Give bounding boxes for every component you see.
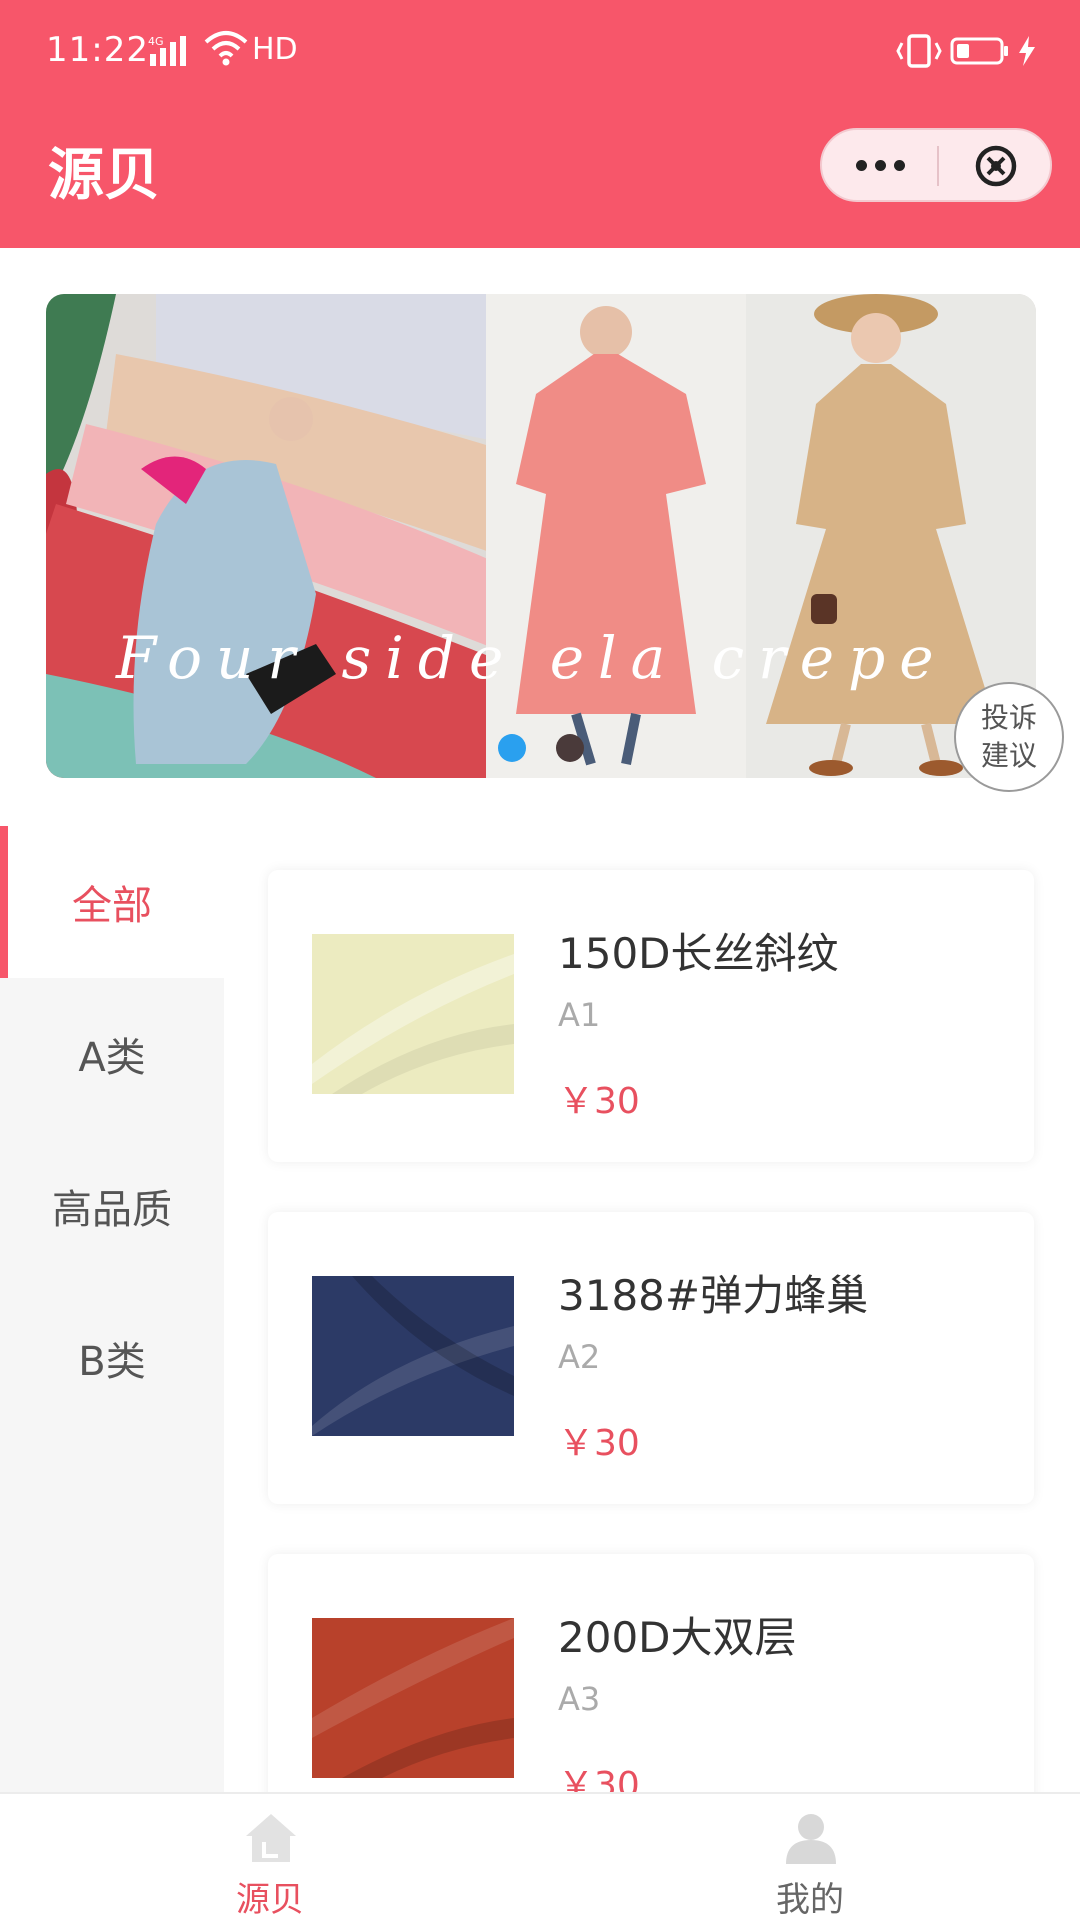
category-all[interactable]: 全部	[0, 826, 224, 978]
carousel-dot-active[interactable]	[498, 734, 526, 762]
network-type: 4G	[148, 35, 164, 48]
status-time: 11:22	[46, 30, 149, 70]
battery-icon	[950, 37, 1008, 65]
hd-indicator: HD	[252, 32, 298, 67]
tab-label: 我的	[776, 1880, 844, 1920]
tab-label: 源贝	[236, 1880, 304, 1920]
product-image	[312, 1276, 514, 1436]
product-name: 200D大双层	[558, 1613, 797, 1662]
category-a[interactable]: A类	[0, 978, 224, 1130]
product-image	[312, 1618, 514, 1778]
product-name: 3188#弹力蜂巢	[558, 1271, 869, 1320]
banner-image	[46, 294, 1036, 778]
charging-icon	[1019, 36, 1035, 66]
banner-carousel[interactable]: Four side ela crepe	[46, 294, 1036, 778]
more-button[interactable]	[822, 130, 938, 200]
product-price: ￥30	[558, 1081, 640, 1122]
banner-caption: Four side ela crepe	[116, 624, 948, 692]
user-icon	[786, 1814, 836, 1864]
feedback-label-line2: 建议	[980, 739, 1037, 772]
more-dot-icon	[874, 159, 886, 171]
signal-icon: 4G	[148, 35, 186, 66]
feedback-button[interactable]: 投诉 建议	[954, 682, 1064, 792]
bottom-tab-bar: 源贝 我的	[0, 1792, 1080, 1920]
product-name: 150D长丝斜纹	[558, 929, 839, 978]
carousel-indicator	[498, 734, 584, 762]
product-code: A3	[558, 1680, 601, 1718]
more-dot-icon	[893, 159, 905, 171]
category-label: A类	[78, 1035, 146, 1081]
page-title: 源贝	[48, 143, 160, 208]
product-code: A2	[558, 1338, 601, 1376]
category-b[interactable]: B类	[0, 1282, 224, 1434]
category-label: B类	[78, 1339, 146, 1385]
product-price: ￥30	[558, 1423, 640, 1464]
mini-program-capsule	[820, 128, 1052, 202]
product-image	[312, 934, 514, 1094]
vibrate-icon	[896, 34, 942, 68]
category-label: 全部	[72, 883, 152, 929]
status-bar: 11:22 4G HD	[0, 0, 1080, 104]
more-dot-icon	[855, 159, 867, 171]
category-sidebar: 全部 A类 高品质 B类	[0, 826, 224, 1792]
product-card[interactable]: 150D长丝斜纹 A1 ￥30	[268, 870, 1034, 1162]
tab-home[interactable]: 源贝	[170, 1794, 370, 1922]
product-card[interactable]: 3188#弹力蜂巢 A2 ￥30	[268, 1212, 1034, 1504]
home-icon	[246, 1814, 296, 1862]
tab-profile[interactable]: 我的	[710, 1794, 910, 1922]
top-bar: 11:22 4G HD 源贝	[0, 0, 1080, 248]
category-label: 高品质	[52, 1187, 172, 1233]
feedback-label-line1: 投诉	[980, 701, 1037, 734]
wifi-icon	[204, 31, 248, 66]
category-high-quality[interactable]: 高品质	[0, 1130, 224, 1282]
capsule-divider	[937, 146, 939, 186]
product-code: A1	[558, 996, 601, 1034]
close-icon[interactable]	[974, 144, 1018, 188]
carousel-dot[interactable]	[556, 734, 584, 762]
